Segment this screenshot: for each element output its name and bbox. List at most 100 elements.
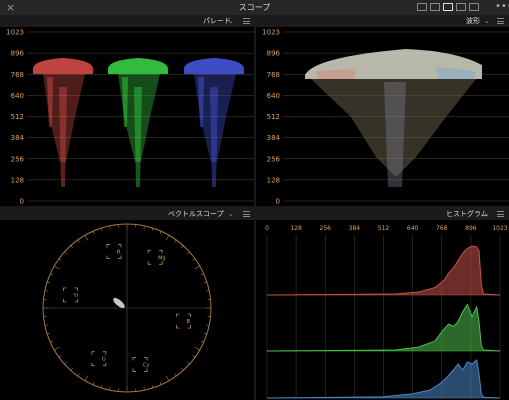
panel-menu-icon[interactable] (243, 211, 250, 217)
tick-label: 640 (267, 92, 280, 100)
vector-tick (143, 225, 145, 229)
histogram-tick-label: 0 (265, 225, 269, 232)
histogram-tick-label: 640 (407, 225, 419, 232)
vector-tick (70, 367, 74, 371)
vector-target-box: R (106, 244, 122, 259)
parade-green-trace (108, 58, 168, 187)
vector-tick (47, 332, 51, 335)
vector-target-label: Cy (143, 363, 149, 369)
histogram-tick-label: 384 (349, 225, 361, 232)
vector-tick (143, 387, 145, 391)
vector-tick (70, 245, 74, 249)
chevron-down-icon[interactable]: ⌄ (228, 208, 234, 220)
vector-tick (165, 235, 170, 241)
parade-scope: 1023 896 768 640 512 384 256 128 0 (6, 29, 254, 206)
vector-tick (151, 384, 154, 388)
vector-tick (54, 346, 60, 351)
vector-tick (47, 281, 51, 284)
vector-target-box: Cy (132, 357, 150, 372)
vector-tick (206, 324, 210, 326)
tick-label: 1023 (6, 29, 24, 37)
histogram-tick-label: 128 (290, 225, 302, 232)
vector-tick (165, 375, 170, 381)
vector-tick (151, 228, 154, 232)
panel-menu-icon[interactable] (497, 18, 504, 24)
tick-label: 0 (276, 198, 280, 206)
title-bar: × スコープ ••• (0, 0, 509, 16)
parade-red-trace (33, 58, 93, 187)
panel-menu-icon[interactable] (243, 18, 250, 24)
vector-tick (84, 375, 89, 381)
parade-blue-trace (184, 58, 244, 187)
vector-tick (192, 258, 196, 261)
waveform-luma-trace (305, 49, 482, 187)
tick-label: 384 (267, 134, 281, 142)
histogram-scope: 0 128 256 384 512 640 768 896 1023 (265, 225, 508, 399)
histogram-tick-label: 1023 (492, 225, 507, 232)
vector-target-box: Yl (63, 287, 78, 303)
vector-tick (203, 332, 207, 335)
histogram-panel: ヒストグラム ⌄ 0 128 256 384 512 640 768 896 1023 (256, 208, 509, 400)
vector-tick (109, 225, 111, 229)
vectorscope-scope: R Mg B Cy G Yl (42, 223, 212, 393)
vector-tick (200, 340, 204, 343)
vector-tick (186, 251, 190, 255)
vector-target-label: G (102, 357, 106, 363)
layout-strip-icon[interactable] (456, 3, 466, 11)
more-options-icon[interactable]: ••• (495, 0, 509, 13)
tick-label: 896 (267, 50, 281, 58)
vectorscope-dropdown-label[interactable]: ベクトルスコープ (168, 208, 224, 220)
vector-tick (44, 324, 48, 326)
vector-tick (180, 367, 184, 371)
vector-tick (50, 273, 54, 276)
panel-menu-icon[interactable] (497, 211, 504, 217)
layout-four-up-icon[interactable] (443, 3, 453, 11)
vector-tick (50, 340, 54, 343)
vector-tick (174, 373, 177, 377)
vector-tick (180, 245, 184, 249)
layout-two-up-icon[interactable] (430, 3, 440, 11)
vector-tick (194, 265, 200, 270)
parade-header: パレード ⌄ (0, 15, 254, 27)
chevron-down-icon[interactable]: ⌄ (484, 208, 490, 220)
tick-label: 768 (11, 71, 24, 79)
vector-tick (58, 258, 62, 261)
layout-single-icon[interactable] (417, 3, 427, 11)
waveform-scope: 1023 896 768 640 512 384 256 128 0 (262, 29, 509, 206)
waveform-header: 波形 ⌄ (256, 15, 509, 27)
vector-tick (64, 251, 68, 255)
vector-tick (77, 373, 80, 377)
vector-tick (54, 265, 60, 270)
histogram-dropdown-label[interactable]: ヒストグラム (446, 208, 488, 220)
tick-label: 640 (11, 92, 24, 100)
tick-label: 128 (267, 176, 280, 184)
vector-target-label: Yl (72, 293, 77, 299)
vector-target-box: G (91, 351, 107, 367)
vector-target-box: Mg (147, 249, 166, 265)
histogram-tick-label: 512 (378, 225, 390, 232)
tick-label: 256 (267, 155, 281, 163)
vector-target-label: R (117, 249, 121, 255)
chevron-down-icon[interactable]: ⌄ (484, 15, 490, 27)
layout-grid-icon[interactable] (469, 3, 479, 11)
tick-label: 512 (11, 113, 24, 121)
chevron-down-icon[interactable]: ⌄ (228, 15, 234, 27)
vector-tick (194, 346, 200, 351)
vector-tick (100, 228, 103, 232)
waveform-dropdown-label[interactable]: 波形 (466, 15, 480, 27)
tick-label: 1023 (262, 29, 280, 37)
vector-tick (159, 381, 162, 385)
vector-tick (64, 361, 68, 365)
vector-tick (58, 355, 62, 358)
histogram-tick-label: 256 (320, 225, 332, 232)
vector-target-label: B (187, 319, 191, 325)
vector-tick (109, 387, 111, 391)
vectorscope-panel: ベクトルスコープ ⌄ R Mg B Cy G Yl (0, 208, 254, 400)
vector-tick (200, 273, 204, 276)
vector-tick (92, 231, 95, 235)
vector-tick (186, 361, 190, 365)
vector-tick (100, 384, 103, 388)
histogram-header: ヒストグラム ⌄ (256, 208, 509, 220)
vector-tick (159, 231, 162, 235)
parade-dropdown-label[interactable]: パレード (203, 15, 231, 27)
